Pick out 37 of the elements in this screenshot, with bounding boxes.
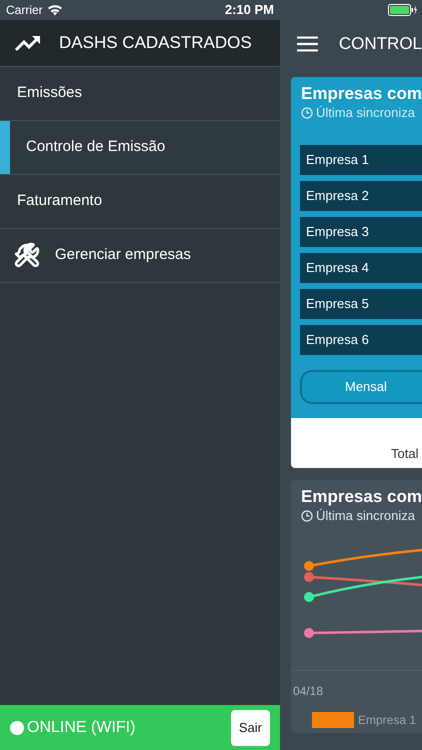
card-title: Empresas com	[301, 486, 422, 508]
menu-item-label: Controle de Emissão	[25, 137, 166, 158]
carrier-label: Carrier	[6, 2, 43, 19]
company-row[interactable]: Empresa 2	[300, 181, 422, 211]
company-row[interactable]: Empresa 5	[300, 289, 422, 319]
x-axis-label: 04/18	[293, 684, 324, 698]
menu-item-label: Gerenciar empresas	[54, 245, 191, 266]
sidebar-item[interactable]: Controle de Emissão	[0, 121, 280, 175]
sync-text: Última sincroniza	[316, 105, 415, 121]
total-label: Total	[391, 444, 418, 462]
company-row[interactable]: Empresa 3	[300, 217, 422, 247]
logout-button[interactable]: Sair	[230, 710, 270, 746]
company-row[interactable]: Empresa 6	[300, 325, 422, 355]
page-title: CONTROL	[338, 32, 422, 55]
company-row[interactable]: Empresa 1	[300, 145, 422, 175]
menu-item-label: Faturamento	[16, 191, 102, 212]
chart-point	[304, 561, 314, 571]
legend-label: Empresa 1	[358, 712, 416, 729]
sync-text: Última sincroniza	[316, 508, 415, 524]
chart-point	[304, 628, 314, 638]
battery-icon	[388, 4, 418, 16]
clock-icon	[301, 510, 313, 522]
status-time: 2:10 PM	[224, 1, 274, 20]
menu-item-label: Emissões	[16, 83, 82, 104]
chart-point	[304, 592, 314, 602]
card-title: Empresas com	[301, 83, 422, 105]
wifi-icon	[46, 4, 63, 16]
sidebar-item[interactable]: Faturamento	[0, 175, 280, 229]
chart-point	[304, 572, 314, 582]
sidebar-title: DASHS CADASTRADOS	[59, 32, 252, 54]
tools-icon	[14, 242, 42, 270]
trending-up-icon	[14, 34, 42, 52]
sidebar-item[interactable]: Gerenciar empresas	[0, 229, 280, 283]
connection-status: ONLINE (WIFI)	[27, 718, 136, 738]
company-row[interactable]: Empresa 4	[300, 253, 422, 283]
menu-icon[interactable]	[297, 36, 318, 52]
clock-icon	[301, 107, 313, 119]
